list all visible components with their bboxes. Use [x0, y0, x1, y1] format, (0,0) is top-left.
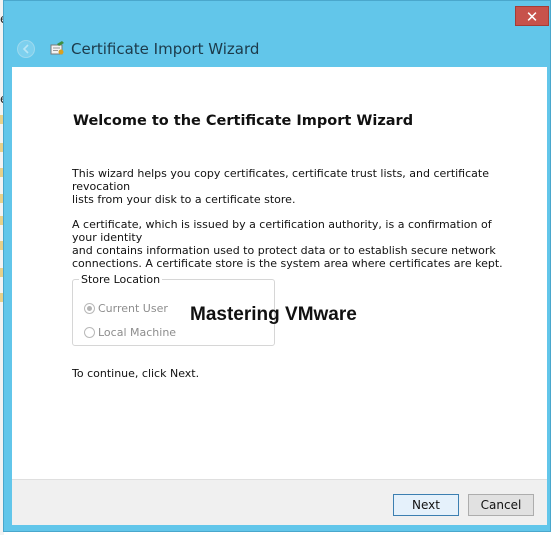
watermark-text: Mastering VMware: [190, 304, 357, 325]
certificate-wizard-icon: [50, 41, 64, 55]
page-heading: Welcome to the Certificate Import Wizard: [73, 113, 414, 129]
radio-label: Current User: [98, 302, 168, 315]
radio-current-user[interactable]: Current User: [84, 298, 168, 315]
close-button[interactable]: ✕: [515, 6, 549, 26]
back-arrow-icon: [22, 44, 29, 54]
next-button[interactable]: Next: [393, 494, 459, 516]
radio-button[interactable]: [84, 327, 95, 338]
cancel-button[interactable]: Cancel: [468, 494, 534, 516]
description-paragraph: A certificate, which is issued by a cert…: [72, 218, 512, 270]
wizard-content: Welcome to the Certificate Import Wizard…: [12, 67, 547, 525]
back-button[interactable]: [17, 40, 35, 58]
intro-paragraph: This wizard helps you copy certificates,…: [72, 167, 512, 206]
radio-local-machine[interactable]: Local Machine: [84, 322, 177, 339]
description-line: and contains information used to protect…: [72, 244, 496, 257]
button-bar: Next Cancel: [12, 479, 547, 525]
certificate-import-wizard-window: ✕ Certificate Import Wizard Welcome to t…: [3, 0, 551, 532]
intro-line: lists from your disk to a certificate st…: [72, 193, 296, 206]
intro-line: This wizard helps you copy certificates,…: [72, 167, 489, 193]
store-location-label: Store Location: [79, 273, 163, 286]
close-icon: ✕: [525, 8, 539, 26]
radio-label: Local Machine: [98, 326, 177, 339]
window-title: Certificate Import Wizard: [71, 40, 260, 58]
continue-instruction: To continue, click Next.: [72, 367, 200, 380]
radio-button-checked[interactable]: [84, 303, 95, 314]
description-line: connections. A certificate store is the …: [72, 257, 503, 270]
description-line: A certificate, which is issued by a cert…: [72, 218, 492, 244]
